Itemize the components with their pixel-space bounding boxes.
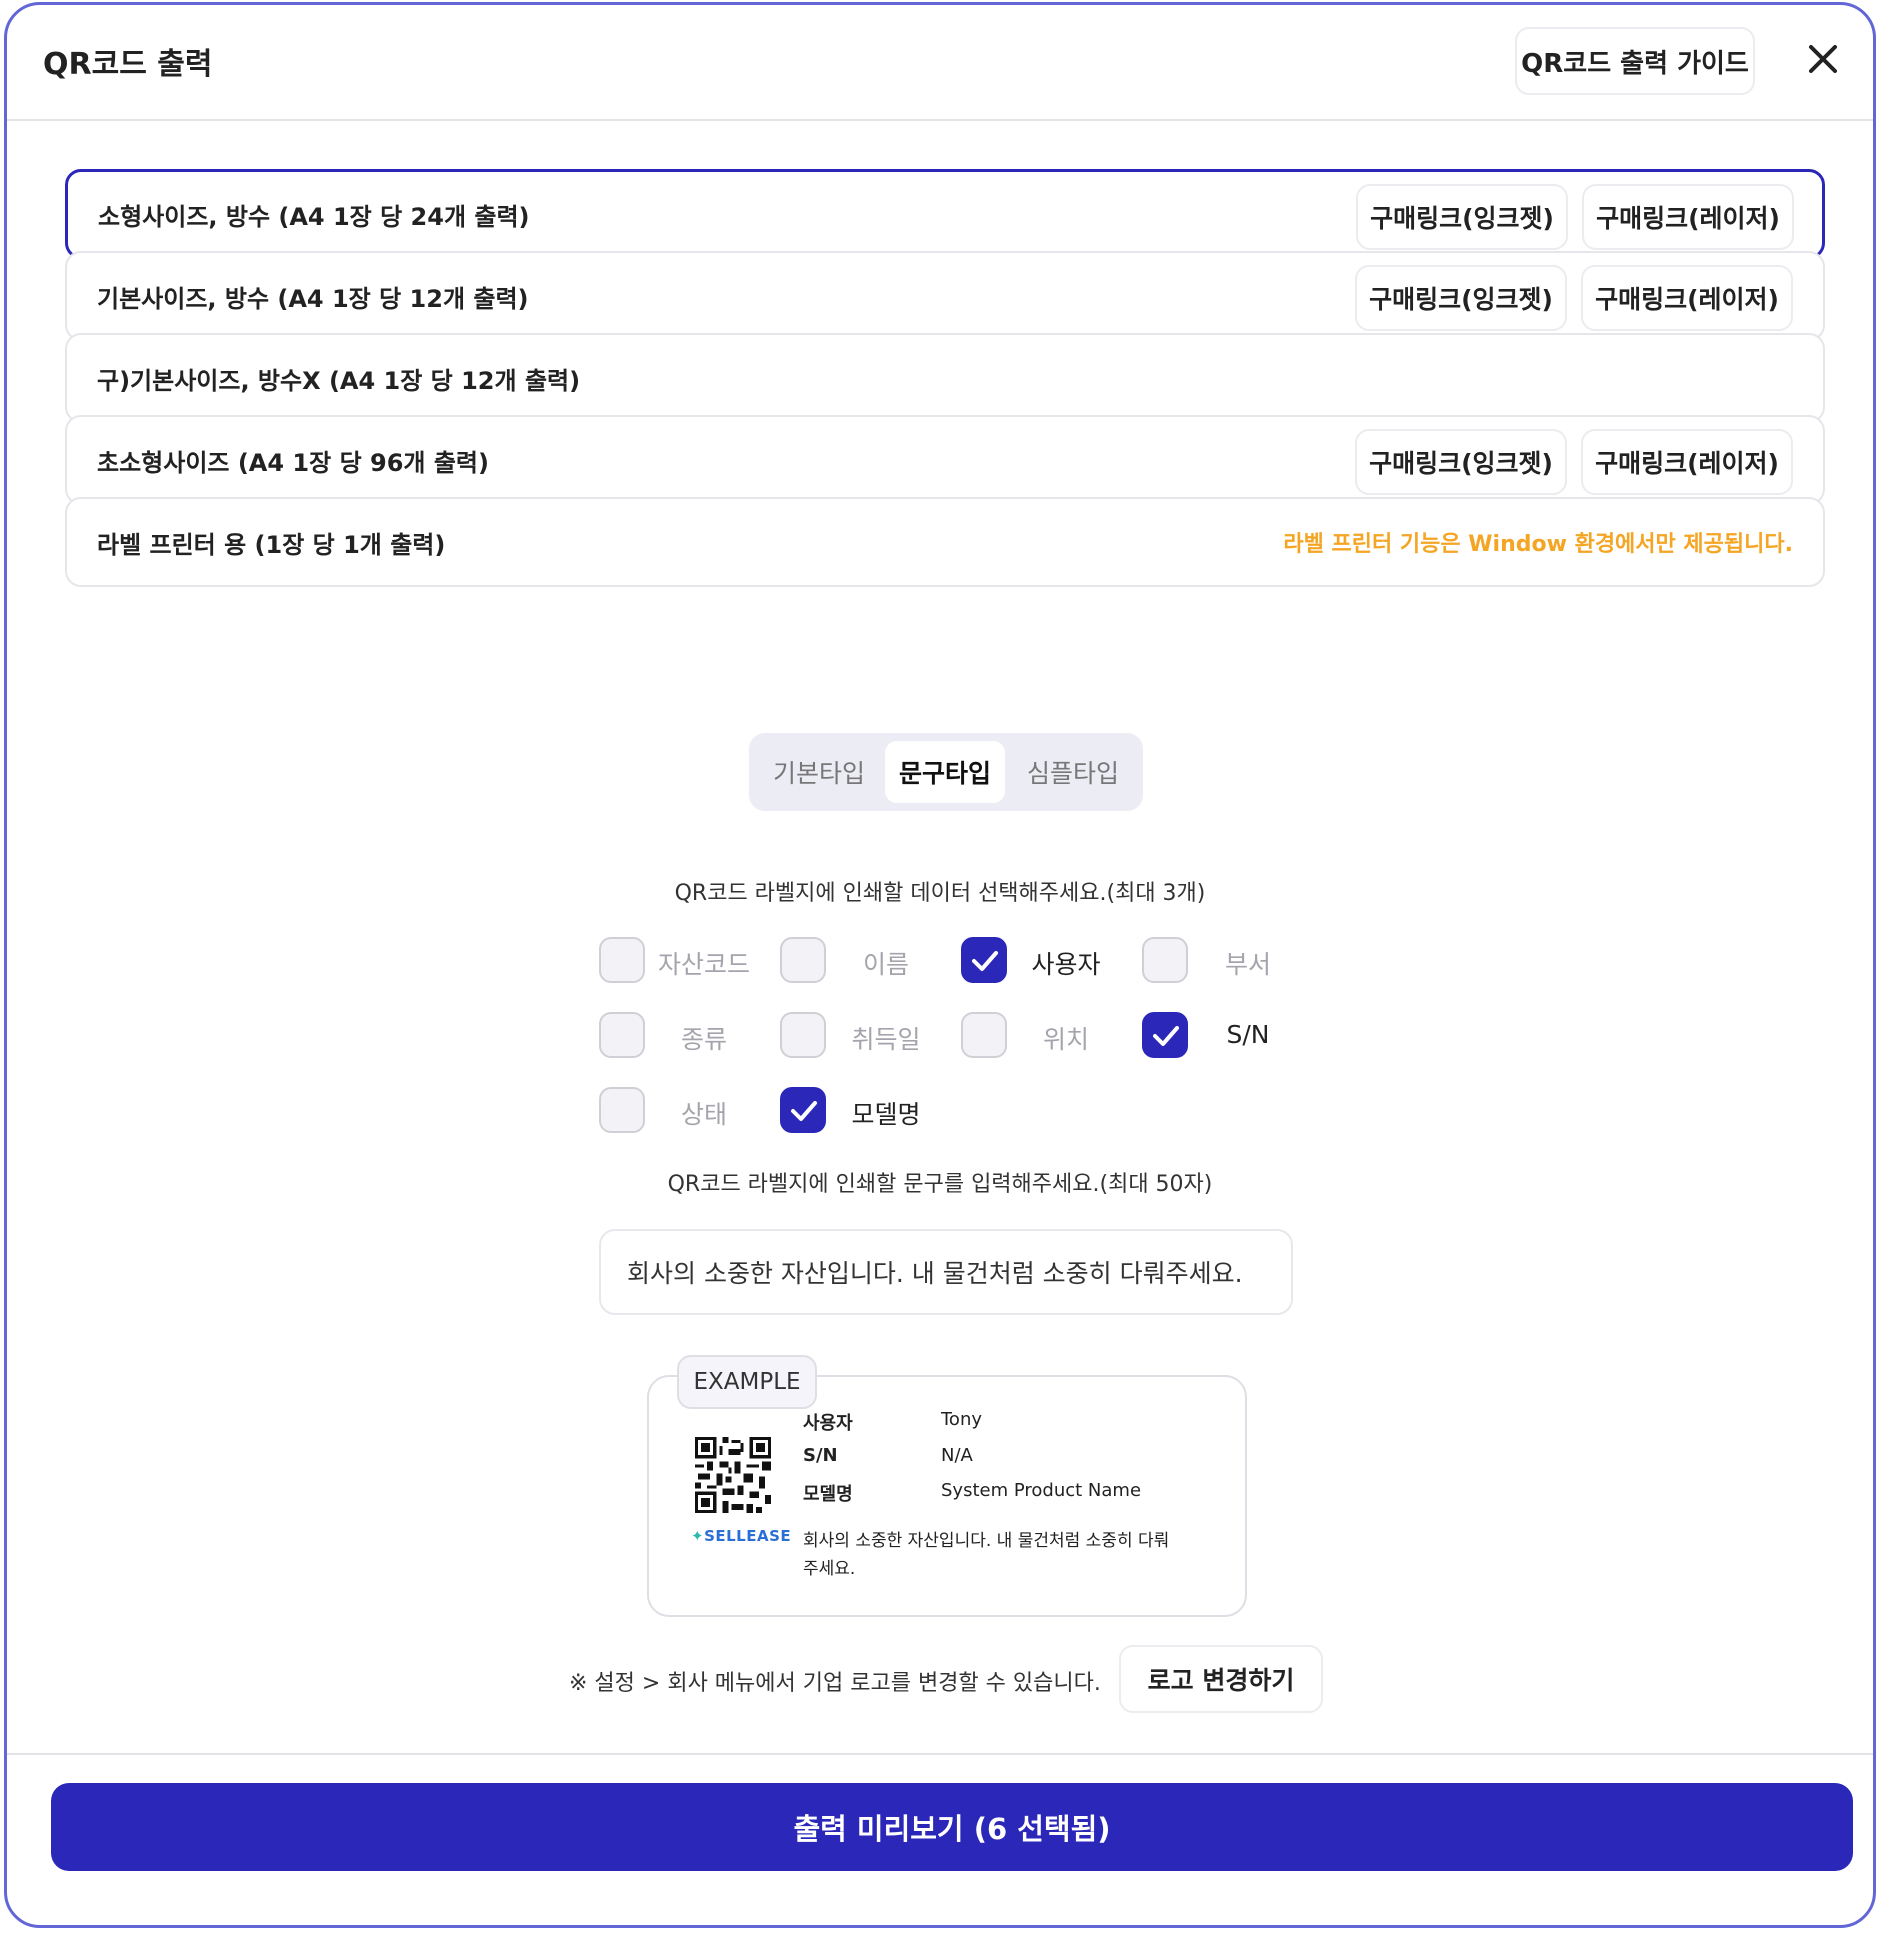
size-option-label-printer[interactable]: 라벨 프린터 용 (1장 당 1개 출력) 라벨 프린터 기능은 Window … bbox=[65, 497, 1825, 587]
size-option-label: 초소형사이즈 (A4 1장 당 96개 출력) bbox=[97, 448, 489, 477]
field-label: 취득일 bbox=[851, 1025, 921, 1054]
example-key: 모델명 bbox=[803, 1484, 853, 1505]
checkbox-serial-number[interactable] bbox=[1142, 1012, 1188, 1058]
qr-guide-button[interactable]: QR코드 출력 가이드 bbox=[1515, 27, 1755, 95]
buy-inkjet-button[interactable]: 구매링크(잉크젯) bbox=[1355, 265, 1567, 331]
example-tag: EXAMPLE bbox=[677, 1355, 817, 1409]
check-icon bbox=[972, 951, 998, 971]
company-logo-text: SELLEASE bbox=[704, 1527, 792, 1545]
type-tabs: 기본타입 문구타입 심플타입 bbox=[749, 733, 1143, 811]
print-preview-button[interactable]: 출력 미리보기 (6 선택됨) bbox=[51, 1783, 1853, 1871]
example-value: Tony bbox=[941, 1409, 983, 1430]
checkbox-asset-code[interactable] bbox=[599, 937, 645, 983]
size-option-label: 구)기본사이즈, 방수X (A4 1장 당 12개 출력) bbox=[97, 366, 581, 395]
change-logo-button[interactable]: 로고 변경하기 bbox=[1119, 1645, 1323, 1713]
checkbox-model-name[interactable] bbox=[780, 1087, 826, 1133]
checkbox-acquired-date[interactable] bbox=[780, 1012, 826, 1058]
size-option-label: 기본사이즈, 방수 (A4 1장 당 12개 출력) bbox=[97, 284, 529, 313]
buy-laser-button[interactable]: 구매링크(레이저) bbox=[1581, 265, 1793, 331]
buy-inkjet-button[interactable]: 구매링크(잉크젯) bbox=[1356, 184, 1568, 250]
checkbox-user[interactable] bbox=[961, 937, 1007, 983]
field-label: 사용자 bbox=[1031, 950, 1101, 979]
size-option-old-basic[interactable]: 구)기본사이즈, 방수X (A4 1장 당 12개 출력) bbox=[65, 333, 1825, 423]
tab-phrase-type[interactable]: 문구타입 bbox=[885, 741, 1005, 803]
checkbox-status[interactable] bbox=[599, 1087, 645, 1133]
field-label: 자산코드 bbox=[657, 950, 750, 979]
qr-print-modal: QR코드 출력 QR코드 출력 가이드 소형사이즈, 방수 (A4 1장 당 2… bbox=[4, 2, 1876, 1928]
modal-header: QR코드 출력 QR코드 출력 가이드 bbox=[7, 5, 1873, 121]
tab-simple-type[interactable]: 심플타입 bbox=[1013, 741, 1133, 803]
field-label: 종류 bbox=[680, 1025, 727, 1054]
data-instruction: QR코드 라벨지에 인쇄할 데이터 선택해주세요.(최대 3개) bbox=[674, 881, 1206, 906]
label-message-input[interactable]: 회사의 소중한 자산입니다. 내 물건처럼 소중히 다뤄주세요. bbox=[599, 1229, 1293, 1315]
close-icon[interactable] bbox=[1803, 39, 1843, 79]
footer-divider bbox=[7, 1753, 1873, 1755]
example-value: System Product Name bbox=[941, 1480, 1142, 1501]
field-label: 상태 bbox=[680, 1100, 727, 1129]
check-icon bbox=[791, 1101, 817, 1121]
size-option-small[interactable]: 소형사이즈, 방수 (A4 1장 당 24개 출력) 구매링크(잉크젯) 구매링… bbox=[65, 169, 1825, 259]
example-key: S/N bbox=[803, 1445, 838, 1466]
company-logo: ✦SELLEASE bbox=[691, 1527, 791, 1545]
logo-mark-icon: ✦ bbox=[691, 1527, 705, 1545]
size-option-mini[interactable]: 초소형사이즈 (A4 1장 당 96개 출력) 구매링크(잉크젯) 구매링크(레… bbox=[65, 415, 1825, 505]
check-icon bbox=[1153, 1026, 1179, 1046]
buy-laser-button[interactable]: 구매링크(레이저) bbox=[1581, 429, 1793, 495]
tab-basic-type[interactable]: 기본타입 bbox=[759, 741, 879, 803]
checkbox-location[interactable] bbox=[961, 1012, 1007, 1058]
example-value: N/A bbox=[941, 1445, 973, 1466]
qr-code-icon bbox=[695, 1437, 771, 1513]
checkbox-name[interactable] bbox=[780, 937, 826, 983]
checkbox-department[interactable] bbox=[1142, 937, 1188, 983]
checkbox-category[interactable] bbox=[599, 1012, 645, 1058]
field-label: 위치 bbox=[1042, 1025, 1089, 1054]
buy-inkjet-button[interactable]: 구매링크(잉크젯) bbox=[1355, 429, 1567, 495]
label-printer-notice: 라벨 프린터 기능은 Window 환경에서만 제공됩니다. bbox=[1283, 532, 1793, 557]
size-option-label: 소형사이즈, 방수 (A4 1장 당 24개 출력) bbox=[98, 202, 530, 231]
field-label: 부서 bbox=[1224, 950, 1271, 979]
logo-change-note: ※ 설정 > 회사 메뉴에서 기업 로고를 변경할 수 있습니다. bbox=[569, 1671, 1101, 1696]
message-instruction: QR코드 라벨지에 인쇄할 문구를 입력해주세요.(최대 50자) bbox=[667, 1172, 1213, 1197]
field-label: 모델명 bbox=[851, 1100, 921, 1129]
field-label: 이름 bbox=[862, 950, 909, 979]
example-message: 회사의 소중한 자산입니다. 내 물건처럼 소중히 다뤄주세요. bbox=[803, 1531, 1170, 1579]
size-option-label: 라벨 프린터 용 (1장 당 1개 출력) bbox=[97, 530, 446, 559]
size-option-basic[interactable]: 기본사이즈, 방수 (A4 1장 당 12개 출력) 구매링크(잉크젯) 구매링… bbox=[65, 251, 1825, 341]
field-label: S/N bbox=[1226, 1020, 1270, 1049]
example-key: 사용자 bbox=[803, 1413, 853, 1434]
modal-title: QR코드 출력 bbox=[43, 47, 213, 82]
buy-laser-button[interactable]: 구매링크(레이저) bbox=[1582, 184, 1794, 250]
